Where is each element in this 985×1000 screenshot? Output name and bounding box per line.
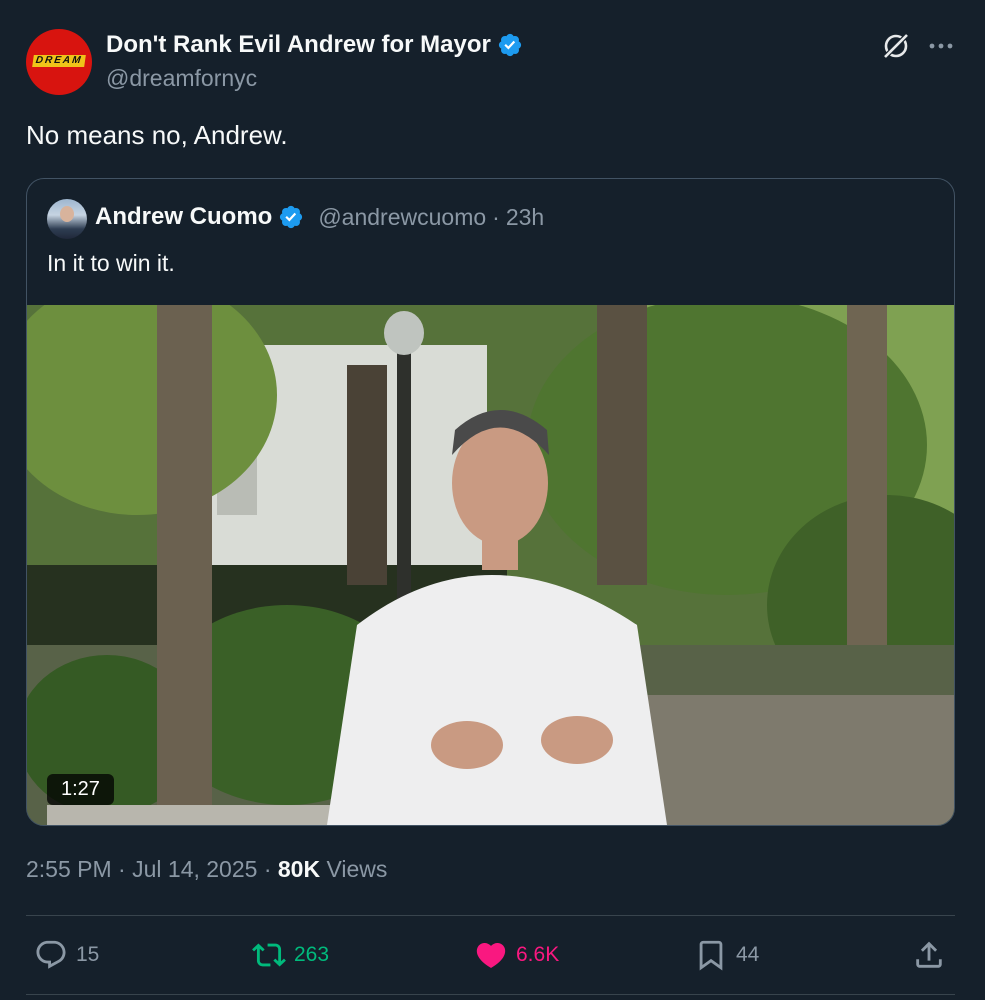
- video-player[interactable]: 1:27: [27, 305, 954, 825]
- like-button[interactable]: 6.6K: [474, 938, 559, 972]
- quoted-verified-badge-icon: [280, 205, 303, 229]
- quoted-name[interactable]: Andrew Cuomo: [95, 203, 272, 231]
- tweet-meta: 2:55 PM · Jul 14, 2025 · 80K Views: [26, 856, 387, 883]
- grok-icon[interactable]: [880, 30, 912, 62]
- video-duration: 1:27: [47, 774, 114, 805]
- quoted-separator: ·: [492, 203, 500, 230]
- author-name[interactable]: Don't Rank Evil Andrew for Mayor: [106, 31, 523, 59]
- like-count: 6.6K: [516, 943, 560, 966]
- reply-count: 15: [76, 943, 100, 966]
- views-label: Views: [326, 856, 388, 882]
- meta-separator-1: ·: [118, 856, 126, 882]
- author-name-text[interactable]: Don't Rank Evil Andrew for Mayor: [106, 31, 491, 59]
- divider: [26, 915, 955, 916]
- retweet-button[interactable]: 263: [252, 938, 329, 972]
- tweet-text: No means no, Andrew.: [26, 120, 288, 150]
- retweet-icon: [252, 943, 286, 967]
- like-icon: [476, 942, 506, 968]
- avatar-logo: DREAM: [32, 55, 86, 67]
- more-icon[interactable]: [928, 36, 954, 56]
- share-button[interactable]: [912, 938, 946, 972]
- retweet-count: 263: [294, 943, 330, 966]
- quoted-tweet[interactable]: Andrew Cuomo @andrewcuomo · 23h In it to…: [26, 178, 955, 826]
- quoted-avatar[interactable]: [47, 199, 87, 239]
- quoted-time[interactable]: 23h: [506, 204, 544, 231]
- bookmark-icon: [699, 940, 723, 971]
- tweet-date[interactable]: Jul 14, 2025: [132, 856, 257, 882]
- video-frame: [27, 305, 954, 825]
- bookmark-button[interactable]: 44: [694, 938, 759, 972]
- verified-badge-icon: [498, 33, 521, 57]
- reply-button[interactable]: 15: [34, 938, 99, 972]
- author-handle[interactable]: @dreamfornyc: [106, 65, 257, 92]
- bottom-divider: [26, 994, 955, 995]
- tweet-time[interactable]: 2:55 PM: [26, 856, 112, 882]
- quoted-text: In it to win it.: [47, 250, 175, 276]
- reply-icon: [36, 940, 66, 969]
- meta-separator-2: ·: [263, 856, 272, 882]
- quoted-header: Andrew Cuomo @andrewcuomo · 23h: [95, 203, 544, 231]
- views-count: 80K: [277, 856, 321, 882]
- quoted-avatar-face: [60, 206, 74, 222]
- bookmark-count: 44: [736, 943, 760, 966]
- author-avatar[interactable]: DREAM: [26, 29, 92, 95]
- share-icon: [916, 941, 942, 968]
- quoted-handle[interactable]: @andrewcuomo: [318, 204, 486, 231]
